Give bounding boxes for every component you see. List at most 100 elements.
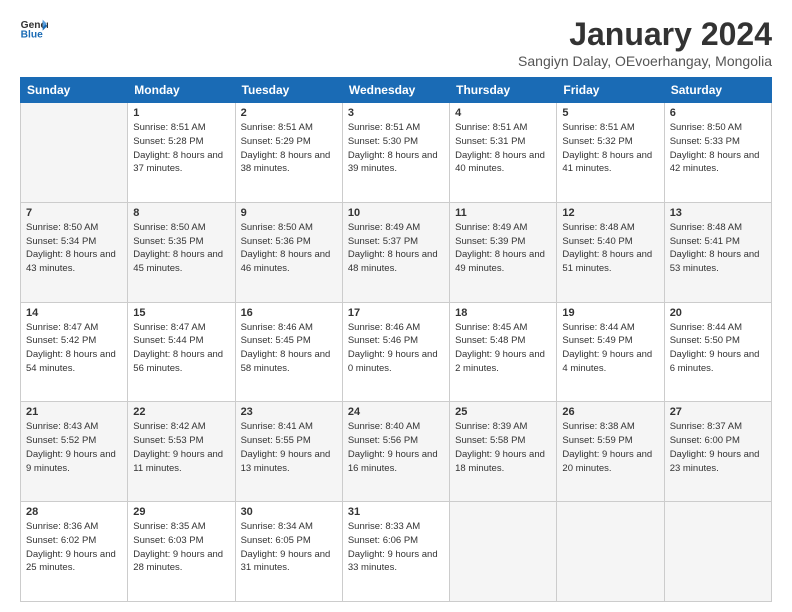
calendar-cell: 14 Sunrise: 8:47 AMSunset: 5:42 PMDayligh… (21, 302, 128, 402)
calendar-cell: 27Sunrise: 8:37 AMSunset: 6:00 PMDayligh… (664, 402, 771, 502)
day-info: Sunrise: 8:44 AMSunset: 5:50 PMDaylight:… (670, 321, 766, 376)
day-number: 14 (26, 307, 122, 319)
week-row-2: 7Sunrise: 8:50 AMSunset: 5:34 PMDaylight… (21, 202, 772, 302)
week-row-5: 28 Sunrise: 8:36 AMSunset: 6:02 PMDayligh… (21, 502, 772, 602)
month-title: January 2024 (518, 18, 772, 50)
day-info: Sunrise: 8:51 AMSunset: 5:28 PMDaylight:… (133, 121, 229, 176)
calendar-cell: 4 Sunrise: 8:51 AMSunset: 5:31 PMDaylight… (450, 103, 557, 203)
day-info: Sunrise: 8:44 AMSunset: 5:49 PMDaylight:… (562, 321, 658, 376)
day-number: 4 (455, 107, 551, 119)
calendar-cell: 2 Sunrise: 8:51 AMSunset: 5:29 PMDaylight… (235, 103, 342, 203)
day-info: Sunrise: 8:51 AMSunset: 5:32 PMDaylight:… (562, 121, 658, 176)
day-number: 23 (241, 406, 337, 418)
day-info: Sunrise: 8:51 AMSunset: 5:29 PMDaylight:… (241, 121, 337, 176)
header-wednesday: Wednesday (342, 78, 449, 103)
week-row-3: 14 Sunrise: 8:47 AMSunset: 5:42 PMDayligh… (21, 302, 772, 402)
calendar-cell: 6 Sunrise: 8:50 AMSunset: 5:33 PMDaylight… (664, 103, 771, 203)
location: Sangiyn Dalay, OEvoerhangay, Mongolia (518, 53, 772, 69)
calendar-cell: 22 Sunrise: 8:42 AMSunset: 5:53 PMDayligh… (128, 402, 235, 502)
day-info: Sunrise: 8:50 AMSunset: 5:36 PMDaylight:… (241, 221, 337, 276)
day-number: 28 (26, 506, 122, 518)
week-row-1: 1 Sunrise: 8:51 AMSunset: 5:28 PMDaylight… (21, 103, 772, 203)
day-number: 19 (562, 307, 658, 319)
day-number: 2 (241, 107, 337, 119)
calendar-page: General Blue January 2024 Sangiyn Dalay,… (0, 0, 792, 612)
header-saturday: Saturday (664, 78, 771, 103)
calendar-cell: 13Sunrise: 8:48 AMSunset: 5:41 PMDayligh… (664, 202, 771, 302)
day-info: Sunrise: 8:48 AMSunset: 5:41 PMDaylight:… (670, 221, 766, 276)
day-info: Sunrise: 8:50 AMSunset: 5:33 PMDaylight:… (670, 121, 766, 176)
calendar-cell: 24 Sunrise: 8:40 AMSunset: 5:56 PMDayligh… (342, 402, 449, 502)
day-number: 16 (241, 307, 337, 319)
day-number: 6 (670, 107, 766, 119)
day-number: 30 (241, 506, 337, 518)
day-info: Sunrise: 8:51 AMSunset: 5:31 PMDaylight:… (455, 121, 551, 176)
header: General Blue January 2024 Sangiyn Dalay,… (20, 18, 772, 69)
calendar-cell (21, 103, 128, 203)
calendar-cell: 16 Sunrise: 8:46 AMSunset: 5:45 PMDayligh… (235, 302, 342, 402)
day-info: Sunrise: 8:48 AMSunset: 5:40 PMDaylight:… (562, 221, 658, 276)
day-info: Sunrise: 8:35 AMSunset: 6:03 PMDaylight:… (133, 520, 229, 575)
day-number: 17 (348, 307, 444, 319)
day-number: 31 (348, 506, 444, 518)
calendar-cell: 1 Sunrise: 8:51 AMSunset: 5:28 PMDaylight… (128, 103, 235, 203)
header-thursday: Thursday (450, 78, 557, 103)
calendar-table: SundayMondayTuesdayWednesdayThursdayFrid… (20, 77, 772, 602)
day-number: 22 (133, 406, 229, 418)
day-info: Sunrise: 8:43 AMSunset: 5:52 PMDaylight:… (26, 420, 122, 475)
calendar-cell: 28 Sunrise: 8:36 AMSunset: 6:02 PMDayligh… (21, 502, 128, 602)
day-number: 12 (562, 207, 658, 219)
header-friday: Friday (557, 78, 664, 103)
calendar-cell: 15 Sunrise: 8:47 AMSunset: 5:44 PMDayligh… (128, 302, 235, 402)
calendar-cell: 21 Sunrise: 8:43 AMSunset: 5:52 PMDayligh… (21, 402, 128, 502)
day-number: 24 (348, 406, 444, 418)
calendar-cell: 9 Sunrise: 8:50 AMSunset: 5:36 PMDaylight… (235, 202, 342, 302)
title-area: January 2024 Sangiyn Dalay, OEvoerhangay… (518, 18, 772, 69)
day-info: Sunrise: 8:34 AMSunset: 6:05 PMDaylight:… (241, 520, 337, 575)
day-info: Sunrise: 8:40 AMSunset: 5:56 PMDaylight:… (348, 420, 444, 475)
calendar-cell (557, 502, 664, 602)
day-number: 25 (455, 406, 551, 418)
day-number: 21 (26, 406, 122, 418)
calendar-cell: 10Sunrise: 8:49 AMSunset: 5:37 PMDayligh… (342, 202, 449, 302)
day-info: Sunrise: 8:42 AMSunset: 5:53 PMDaylight:… (133, 420, 229, 475)
day-info: Sunrise: 8:36 AMSunset: 6:02 PMDaylight:… (26, 520, 122, 575)
day-number: 20 (670, 307, 766, 319)
day-number: 18 (455, 307, 551, 319)
day-number: 11 (455, 207, 551, 219)
calendar-cell: 5 Sunrise: 8:51 AMSunset: 5:32 PMDaylight… (557, 103, 664, 203)
calendar-cell: 20 Sunrise: 8:44 AMSunset: 5:50 PMDayligh… (664, 302, 771, 402)
day-info: Sunrise: 8:47 AMSunset: 5:42 PMDaylight:… (26, 321, 122, 376)
week-row-4: 21 Sunrise: 8:43 AMSunset: 5:52 PMDayligh… (21, 402, 772, 502)
day-number: 29 (133, 506, 229, 518)
logo: General Blue (20, 18, 48, 40)
calendar-cell: 26Sunrise: 8:38 AMSunset: 5:59 PMDayligh… (557, 402, 664, 502)
day-info: Sunrise: 8:46 AMSunset: 5:45 PMDaylight:… (241, 321, 337, 376)
day-number: 27 (670, 406, 766, 418)
calendar-cell (450, 502, 557, 602)
svg-text:Blue: Blue (21, 30, 43, 40)
day-info: Sunrise: 8:50 AMSunset: 5:35 PMDaylight:… (133, 221, 229, 276)
calendar-cell: 17 Sunrise: 8:46 AMSunset: 5:46 PMDayligh… (342, 302, 449, 402)
day-info: Sunrise: 8:51 AMSunset: 5:30 PMDaylight:… (348, 121, 444, 176)
calendar-cell (664, 502, 771, 602)
day-info: Sunrise: 8:39 AMSunset: 5:58 PMDaylight:… (455, 420, 551, 475)
day-info: Sunrise: 8:47 AMSunset: 5:44 PMDaylight:… (133, 321, 229, 376)
calendar-cell: 19 Sunrise: 8:44 AMSunset: 5:49 PMDayligh… (557, 302, 664, 402)
day-info: Sunrise: 8:33 AMSunset: 6:06 PMDaylight:… (348, 520, 444, 575)
header-tuesday: Tuesday (235, 78, 342, 103)
calendar-cell: 8 Sunrise: 8:50 AMSunset: 5:35 PMDaylight… (128, 202, 235, 302)
day-number: 7 (26, 207, 122, 219)
day-number: 9 (241, 207, 337, 219)
day-number: 3 (348, 107, 444, 119)
day-number: 8 (133, 207, 229, 219)
calendar-cell: 31 Sunrise: 8:33 AMSunset: 6:06 PMDayligh… (342, 502, 449, 602)
header-sunday: Sunday (21, 78, 128, 103)
day-info: Sunrise: 8:49 AMSunset: 5:37 PMDaylight:… (348, 221, 444, 276)
day-info: Sunrise: 8:41 AMSunset: 5:55 PMDaylight:… (241, 420, 337, 475)
day-number: 5 (562, 107, 658, 119)
calendar-cell: 12 Sunrise: 8:48 AMSunset: 5:40 PMDayligh… (557, 202, 664, 302)
day-number: 15 (133, 307, 229, 319)
day-info: Sunrise: 8:46 AMSunset: 5:46 PMDaylight:… (348, 321, 444, 376)
day-number: 1 (133, 107, 229, 119)
